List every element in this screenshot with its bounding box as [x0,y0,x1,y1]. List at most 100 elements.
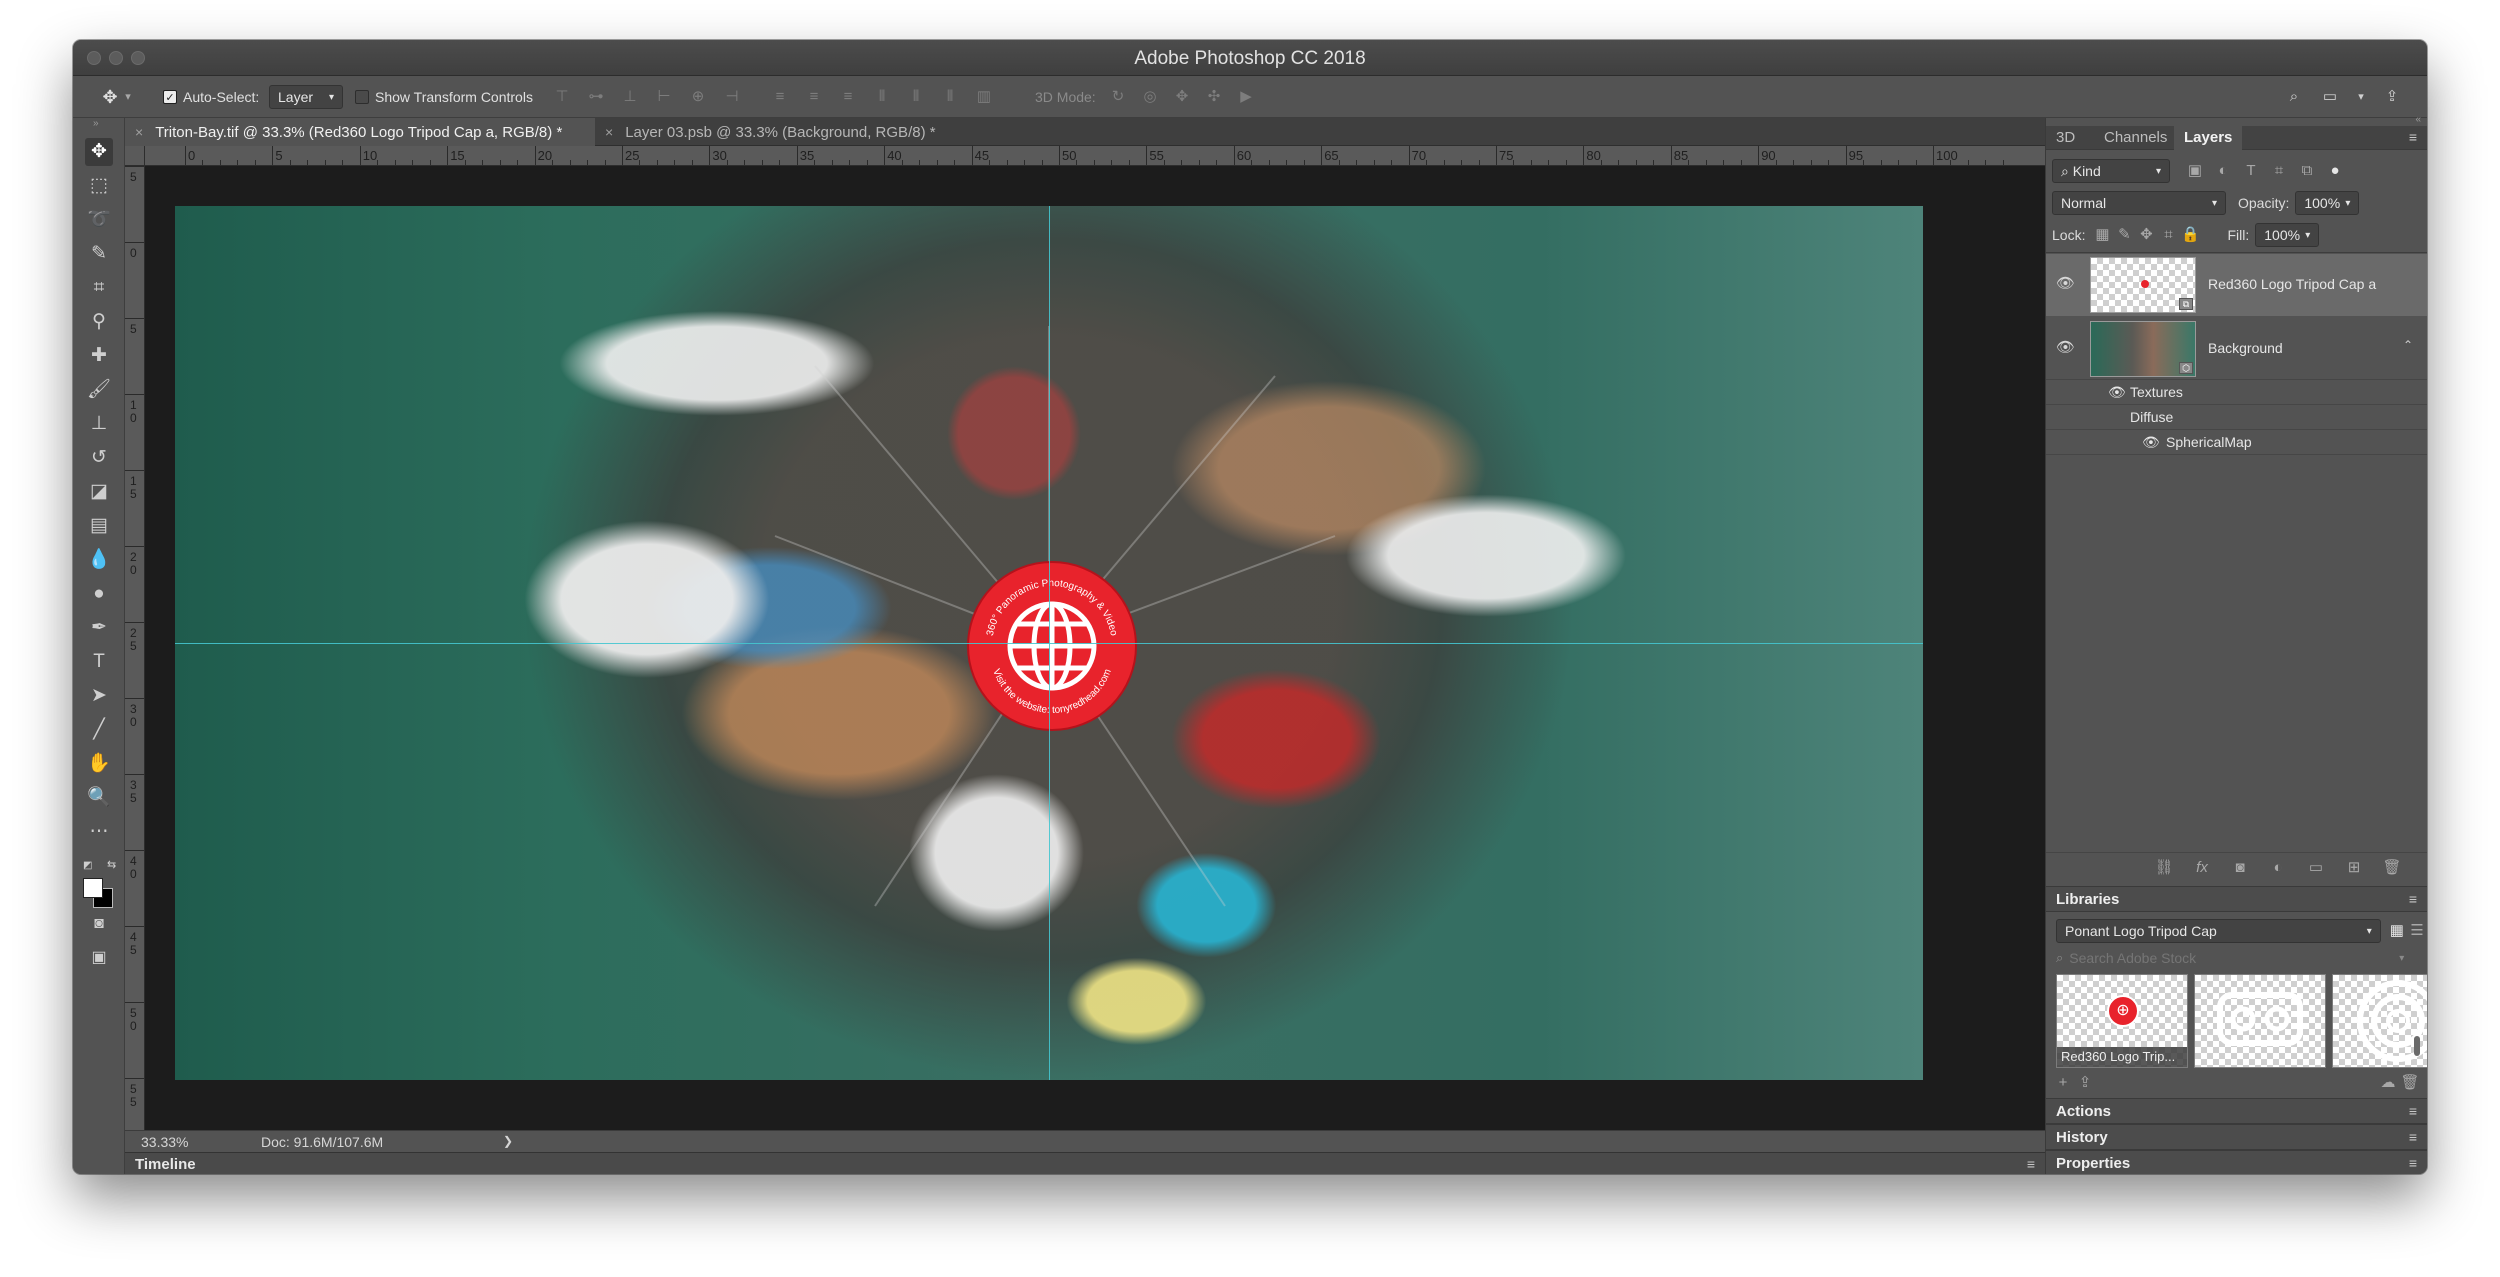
library-item[interactable] [2332,974,2427,1068]
panel-menu-icon[interactable]: ≡ [2409,891,2417,907]
panel-menu-icon[interactable]: ≡ [2409,129,2417,145]
library-item[interactable]: ⊕ Red360 Logo Trip... [2056,974,2188,1068]
libraries-scrollbar[interactable] [2414,1036,2420,1056]
library-dropdown[interactable]: Ponant Logo Tripod Cap ▾ [2056,919,2381,943]
doc-tab-layer-03[interactable]: × Layer 03.psb @ 33.3% (Background, RGB/… [595,118,995,146]
quick-mask-icon[interactable]: ◙ [85,910,113,938]
lock-artboard-icon[interactable]: ⌗ [2157,224,2179,246]
filter-smart-object-icon[interactable]: ⧉ [2296,160,2318,182]
layer-name[interactable]: Background [2208,340,2283,356]
fx-icon[interactable]: fx [2191,857,2213,879]
blend-mode-dropdown[interactable]: Normal ▾ [2052,191,2226,215]
share-icon[interactable]: ⇪ [2381,86,2403,108]
auto-select-target-dropdown[interactable]: Layer ▾ [269,76,343,118]
collapse-toolbar-icon[interactable]: » [93,118,99,129]
distribute-top-icon[interactable]: ≡ [769,86,791,108]
layer-name[interactable]: Red360 Logo Tripod Cap a [2208,276,2376,292]
swap-colors-icon[interactable]: ⇆ [107,858,116,871]
eye-icon[interactable]: 👁 [2056,338,2075,356]
auto-align-layers-icon[interactable]: ▥ [973,86,995,108]
path-selection-tool-icon[interactable]: ➤ [85,682,113,710]
layer-row[interactable]: 👁 ⧉ Red360 Logo Tripod Cap a [2046,254,2427,316]
eye-icon[interactable]: 👁 [2142,434,2160,451]
actions-panel-header[interactable]: Actions ≡ [2046,1098,2427,1124]
pan-3d-icon[interactable]: ✥ [1171,86,1193,108]
move-tool-icon[interactable]: ✥ [85,138,113,166]
horizontal-guide[interactable] [175,643,1923,644]
scale-3d-icon[interactable]: ▶ [1235,86,1257,108]
link-layers-icon[interactable]: ⛓ [2153,857,2175,879]
brush-tool-icon[interactable]: 🖌 [85,376,113,404]
auto-select-checkbox[interactable]: ✓ Auto-Select: [163,76,259,118]
lock-all-icon[interactable]: 🔒 [2179,224,2201,246]
library-item[interactable] [2194,974,2326,1068]
stock-search-input[interactable] [2069,948,2400,968]
filter-type-icon[interactable]: T [2240,160,2262,182]
opacity-field[interactable]: 100% ▾ [2295,191,2360,215]
type-tool-icon[interactable]: T [85,648,113,676]
show-transform-controls-checkbox[interactable]: Show Transform Controls [355,76,533,118]
filter-pixel-icon[interactable]: ▣ [2184,160,2206,182]
align-vertical-center-icon[interactable]: ⊶ [585,86,607,108]
lock-transparent-icon[interactable]: ▦ [2091,224,2113,246]
list-view-icon[interactable]: ☰ [2407,920,2427,942]
clone-stamp-tool-icon[interactable]: ⊥ [85,410,113,438]
new-layer-icon[interactable]: ⊞ [2343,857,2365,879]
distribute-vertical-center-icon[interactable]: ≡ [803,86,825,108]
fill-field[interactable]: 100% ▾ [2255,223,2320,247]
distribute-right-icon[interactable]: ⦀ [939,86,961,108]
align-bottom-icon[interactable]: ⊥ [619,86,641,108]
collapse-dock-icon[interactable]: « [2415,114,2421,125]
tab-channels[interactable]: Channels [2094,126,2177,150]
timeline-panel[interactable]: Timeline ≡ [125,1152,2045,1174]
eraser-tool-icon[interactable]: ◪ [85,478,113,506]
orbit-3d-icon[interactable]: ↻ [1107,86,1129,108]
blur-tool-icon[interactable]: 💧 [85,546,113,574]
align-horizontal-center-icon[interactable]: ⊕ [687,86,709,108]
dodge-tool-icon[interactable]: ● [85,580,113,608]
foreground-color-swatch[interactable] [83,878,103,898]
trash-icon[interactable]: 🗑 [2399,1072,2421,1094]
workspace-switcher-icon[interactable]: ▭ [2319,86,2341,108]
distribute-horizontal-center-icon[interactable]: ⦀ [905,86,927,108]
eyedropper-tool-icon[interactable]: ⚲ [85,308,113,336]
add-mask-icon[interactable]: ◙ [2229,857,2251,879]
screen-mode-icon[interactable]: ▣ [85,944,113,972]
cloud-sync-icon[interactable]: ☁ [2377,1072,2399,1094]
tab-3d[interactable]: 3D [2046,126,2085,150]
lasso-tool-icon[interactable]: ➰ [85,206,113,234]
tab-layers[interactable]: Layers [2174,126,2243,150]
align-left-icon[interactable]: ⊢ [653,86,675,108]
add-asset-icon[interactable]: + [2052,1072,2074,1094]
history-panel-header[interactable]: History ≡ [2046,1124,2427,1150]
marquee-tool-icon[interactable]: ⬚ [85,172,113,200]
close-icon[interactable]: × [135,124,143,140]
move-tool-preset-picker[interactable]: ✥ ▾ [99,76,135,118]
hand-tool-icon[interactable]: ✋ [85,750,113,778]
new-group-icon[interactable]: ▭ [2305,857,2327,879]
line-tool-icon[interactable]: ╱ [85,716,113,744]
zoom-tool-icon[interactable]: 🔍 [85,784,113,812]
doc-tab-triton-bay[interactable]: × Triton-Bay.tif @ 33.3% (Red360 Logo Tr… [125,118,595,146]
filter-shape-icon[interactable]: ⌗ [2268,160,2290,182]
distribute-left-icon[interactable]: ⦀ [871,86,893,108]
grid-view-icon[interactable]: ▦ [2387,920,2407,942]
properties-panel-header[interactable]: Properties ≡ [2046,1150,2427,1174]
ruler-origin[interactable] [125,146,145,166]
eye-icon[interactable]: 👁 [2108,384,2126,401]
canvas-area[interactable]: 360° Panoramic Photography & Video Visit… [145,166,2045,1130]
slide-3d-icon[interactable]: ✣ [1203,86,1225,108]
upload-icon[interactable]: ⇪ [2074,1072,2096,1094]
sphericalmap-row[interactable]: 👁 SphericalMap [2046,430,2427,455]
layer-row[interactable]: 👁 ⬡ Background ⌃ [2046,318,2427,380]
pen-tool-icon[interactable]: ✒ [85,614,113,642]
search-icon[interactable]: ⌕ [2283,86,2305,108]
trash-icon[interactable]: 🗑 [2381,857,2403,879]
libraries-header[interactable]: Libraries ≡ [2046,886,2427,912]
zoom-level[interactable]: 33.33% [141,1134,188,1150]
align-right-icon[interactable]: ⊣ [721,86,743,108]
horizontal-ruler[interactable]: 0 5 10 15 20 25 30 35 40 45 50 55 60 65 70 75 80 85 90 95 10… [145,146,2045,166]
default-colors-icon[interactable]: ◩ [83,860,92,871]
collapse-effects-icon[interactable]: ⌃ [2403,338,2413,352]
gradient-tool-icon[interactable]: ▤ [85,512,113,540]
